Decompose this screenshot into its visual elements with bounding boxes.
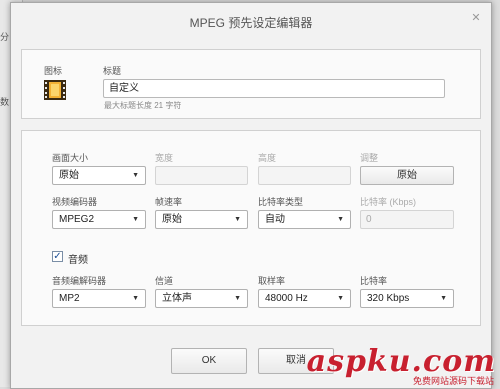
close-icon[interactable]: ✕ [467, 9, 485, 27]
width-input [155, 166, 248, 185]
title-hint: 最大标题长度 21 字符 [104, 101, 182, 110]
audio-bitrate-label: 比特率 [360, 276, 388, 286]
bitrate-type-select[interactable]: 自动 ▼ [258, 210, 351, 229]
audio-checkbox-label: 音频 [68, 255, 88, 266]
audio-codec-select[interactable]: MP2 ▼ [52, 289, 146, 308]
sample-rate-select[interactable]: 48000 Hz ▼ [258, 289, 351, 308]
channels-label: 信道 [155, 276, 174, 286]
adjust-label: 调整 [360, 153, 379, 163]
frame-rate-value: 原始 [162, 214, 182, 225]
title-input[interactable]: 自定义 [103, 79, 445, 98]
film-strip-icon[interactable] [44, 80, 66, 100]
adjust-original-button[interactable]: 原始 [360, 166, 454, 185]
title-panel: 图标 标题 自定义 最大标题长度 21 字符 [21, 49, 481, 119]
audio-bitrate-value: 320 Kbps [367, 293, 410, 304]
video-codec-label: 视频编码器 [52, 197, 98, 207]
audio-codec-value: MP2 [59, 293, 80, 304]
frame-size-value: 原始 [59, 170, 79, 181]
background-text-fragment-2: 分 [0, 32, 10, 42]
audio-bitrate-select[interactable]: 320 Kbps ▼ [360, 289, 454, 308]
audio-codec-label: 音频编解码器 [52, 276, 107, 286]
video-bitrate-label: 比特率 (Kbps) [360, 197, 417, 207]
frame-size-select[interactable]: 原始 ▼ [52, 166, 146, 185]
frame-size-label: 画面大小 [52, 153, 89, 163]
chevron-down-icon: ▼ [132, 216, 139, 223]
bitrate-type-value: 自动 [265, 214, 285, 225]
chevron-down-icon: ▼ [132, 295, 139, 302]
frame-rate-select[interactable]: 原始 ▼ [155, 210, 248, 229]
chevron-down-icon: ▼ [337, 216, 344, 223]
sample-rate-label: 取样率 [258, 276, 286, 286]
chevron-down-icon: ▼ [337, 295, 344, 302]
chevron-down-icon: ▼ [440, 295, 447, 302]
video-bitrate-input: 0 [360, 210, 454, 229]
height-label: 高度 [258, 153, 277, 163]
background-text-fragment: 数 [0, 97, 10, 107]
chevron-down-icon: ▼ [234, 216, 241, 223]
settings-panel: 画面大小 原始 ▼ 宽度 高度 调整 原始 视频编码器 MPEG2 ▼ 帧速率 … [21, 130, 481, 326]
bitrate-type-label: 比特率类型 [258, 197, 304, 207]
video-codec-value: MPEG2 [59, 214, 95, 225]
frame-rate-label: 帧速率 [155, 197, 183, 207]
height-input [258, 166, 351, 185]
chevron-down-icon: ▼ [132, 172, 139, 179]
ok-button[interactable]: OK [171, 348, 247, 374]
dialog-title: MPEG 预先设定编辑器 [189, 16, 313, 30]
chevron-down-icon: ▼ [234, 295, 241, 302]
sample-rate-value: 48000 Hz [265, 293, 308, 304]
video-codec-select[interactable]: MPEG2 ▼ [52, 210, 146, 229]
title-label: 标题 [103, 66, 122, 76]
channels-value: 立体声 [162, 293, 192, 304]
width-label: 宽度 [155, 153, 174, 163]
watermark-tagline: 免费网站源码下载站 [412, 376, 494, 386]
mpeg-preset-editor-dialog: MPEG 预先设定编辑器 ✕ 图标 标题 自定义 最大标题长度 21 字符 画面… [10, 2, 492, 389]
audio-checkbox[interactable]: ✓ [52, 251, 63, 262]
channels-select[interactable]: 立体声 ▼ [155, 289, 248, 308]
icon-label: 图标 [44, 66, 63, 76]
